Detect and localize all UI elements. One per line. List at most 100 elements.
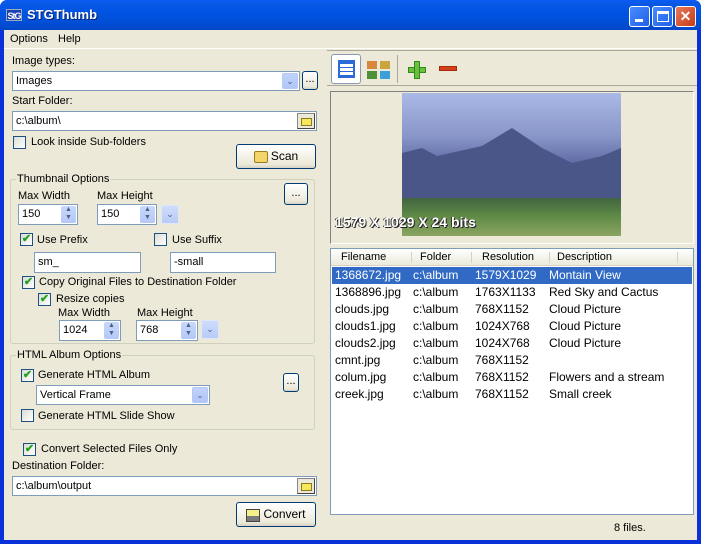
column-resolution[interactable]: Resolution bbox=[482, 251, 534, 263]
table-row[interactable]: 1368672.jpg c:\album 1579X1029 Montain View bbox=[332, 267, 692, 284]
copy-size-dropdown[interactable]: ⌄ bbox=[201, 320, 219, 339]
thumbnail-view-button[interactable] bbox=[363, 54, 393, 84]
options-panel: Image types: Images ⌄ ... Start Folder: … bbox=[4, 50, 322, 540]
image-types-label: Image types: bbox=[12, 55, 75, 67]
remove-button[interactable] bbox=[434, 54, 464, 84]
copy-originals-label: Copy Original Files to Destination Folde… bbox=[39, 276, 237, 288]
table-row[interactable]: clouds2.jpg c:\album 1024X768 Cloud Picture bbox=[332, 335, 692, 352]
cell-folder: c:\album bbox=[413, 387, 459, 401]
spinner-arrows-icon[interactable]: ▲ ▼ bbox=[104, 322, 119, 339]
copy-originals-checkbox[interactable]: ✔ bbox=[22, 276, 35, 289]
thumbnail-size-dropdown[interactable]: ⌄ bbox=[161, 205, 179, 224]
cell-filename: creek.jpg bbox=[335, 387, 384, 401]
slideshow-checkbox[interactable] bbox=[21, 409, 34, 422]
copy-max-width-spinner[interactable]: 1024 ▲ ▼ bbox=[59, 320, 121, 341]
html-album-options-title: HTML Album Options bbox=[16, 349, 123, 361]
album-layout-select[interactable]: Vertical Frame ⌄ bbox=[36, 385, 210, 405]
resize-copies-checkbox[interactable]: ✔ bbox=[38, 293, 51, 306]
suffix-input[interactable]: -small bbox=[170, 252, 276, 273]
folder-icon bbox=[301, 118, 312, 126]
cell-folder: c:\album bbox=[413, 302, 459, 316]
convert-selected-label: Convert Selected Files Only bbox=[41, 443, 178, 455]
column-separator bbox=[677, 252, 678, 263]
browse-start-folder-button[interactable] bbox=[297, 113, 315, 129]
max-width-spinner[interactable]: 150 ▲ ▼ bbox=[18, 204, 78, 225]
max-height-label: Max Height bbox=[97, 190, 153, 202]
scan-icon bbox=[253, 151, 268, 164]
menu-options[interactable]: Options bbox=[10, 33, 48, 45]
cell-description: Cloud Picture bbox=[549, 336, 622, 350]
toolbar-separator bbox=[397, 55, 398, 83]
column-filename[interactable]: Filename bbox=[341, 251, 386, 263]
cell-resolution: 768X1152 bbox=[475, 370, 529, 384]
column-separator bbox=[549, 252, 550, 263]
preview-caption: 1579 X 1029 X 24 bits bbox=[335, 214, 476, 230]
generate-album-checkbox[interactable]: ✔ bbox=[21, 369, 34, 382]
chevron-down-icon[interactable]: ⌄ bbox=[192, 387, 208, 403]
table-row[interactable]: cmnt.jpg c:\album 768X1152 bbox=[332, 352, 692, 369]
table-row[interactable]: colum.jpg c:\album 768X1152 Flowers and a s… bbox=[332, 369, 692, 386]
cell-filename: 1368896.jpg bbox=[335, 285, 402, 299]
column-separator bbox=[411, 252, 412, 263]
app-window: StG STGThumb ✕ Options Help Image types:… bbox=[0, 0, 701, 544]
minus-icon bbox=[439, 66, 457, 71]
list-header: Filename Folder Resolution Description bbox=[331, 249, 693, 266]
cell-folder: c:\album bbox=[413, 353, 459, 367]
table-row[interactable]: clouds.jpg c:\album 768X1152 Cloud Picture bbox=[332, 301, 692, 318]
destination-folder-label: Destination Folder: bbox=[12, 460, 105, 472]
cell-description: Montain View bbox=[549, 268, 621, 282]
thumbnail-more-button[interactable]: ... bbox=[284, 183, 308, 205]
toolbar bbox=[327, 50, 697, 86]
spinner-arrows-icon[interactable]: ▲ ▼ bbox=[181, 322, 196, 339]
image-types-more-button[interactable]: ... bbox=[302, 71, 318, 90]
menu-help[interactable]: Help bbox=[58, 33, 81, 45]
cell-filename: cmnt.jpg bbox=[335, 353, 381, 367]
file-count-status: 8 files. bbox=[614, 522, 646, 534]
maximize-button[interactable] bbox=[652, 6, 673, 27]
cell-filename: colum.jpg bbox=[335, 370, 387, 384]
spinner-arrows-icon[interactable]: ▲ ▼ bbox=[140, 206, 155, 223]
cell-filename: clouds2.jpg bbox=[335, 336, 396, 350]
add-button[interactable] bbox=[402, 54, 432, 84]
use-suffix-checkbox[interactable] bbox=[154, 233, 167, 246]
cell-folder: c:\album bbox=[413, 285, 459, 299]
cell-description: Small creek bbox=[549, 387, 612, 401]
table-row[interactable]: 1368896.jpg c:\album 1763X1133 Red Sky and … bbox=[332, 284, 692, 301]
minimize-button[interactable] bbox=[629, 6, 650, 27]
table-row[interactable]: clouds1.jpg c:\album 1024X768 Cloud Picture bbox=[332, 318, 692, 335]
cell-folder: c:\album bbox=[413, 336, 459, 350]
column-description[interactable]: Description bbox=[557, 251, 612, 263]
table-row[interactable]: creek.jpg c:\album 768X1152 Small creek bbox=[332, 386, 692, 403]
details-view-button[interactable] bbox=[331, 54, 361, 84]
use-prefix-checkbox[interactable]: ✔ bbox=[20, 233, 33, 246]
cell-description: Cloud Picture bbox=[549, 302, 622, 316]
convert-button[interactable]: Convert bbox=[236, 502, 316, 527]
cell-folder: c:\album bbox=[413, 370, 459, 384]
destination-folder-input[interactable]: c:\album\output bbox=[12, 476, 317, 496]
convert-selected-checkbox[interactable]: ✔ bbox=[23, 443, 36, 456]
browse-destination-folder-button[interactable] bbox=[297, 478, 315, 494]
cell-resolution: 768X1152 bbox=[475, 353, 529, 367]
title-bar[interactable]: StG STGThumb ✕ bbox=[0, 0, 701, 30]
max-height-spinner[interactable]: 150 ▲ ▼ bbox=[97, 204, 157, 225]
use-prefix-label: Use Prefix bbox=[37, 234, 88, 246]
image-preview: 1579 X 1029 X 24 bits bbox=[330, 91, 694, 244]
image-types-select[interactable]: Images ⌄ bbox=[12, 71, 300, 91]
cell-resolution: 1024X768 bbox=[475, 319, 530, 333]
html-album-more-button[interactable]: ... bbox=[283, 373, 299, 392]
scan-button[interactable]: Scan bbox=[236, 144, 316, 169]
subfolders-checkbox[interactable] bbox=[13, 136, 26, 149]
prefix-input[interactable]: sm_ bbox=[34, 252, 141, 273]
close-icon: ✕ bbox=[679, 8, 692, 24]
cell-description: Cloud Picture bbox=[549, 319, 622, 333]
copy-max-height-spinner[interactable]: 768 ▲ ▼ bbox=[136, 320, 198, 341]
cell-description: Flowers and a stream bbox=[549, 370, 665, 384]
chevron-down-icon[interactable]: ⌄ bbox=[282, 73, 298, 89]
close-button[interactable]: ✕ bbox=[675, 6, 696, 27]
file-list[interactable]: Filename Folder Resolution Description 1… bbox=[330, 248, 694, 515]
start-folder-input[interactable]: c:\album\ bbox=[12, 111, 317, 131]
column-folder[interactable]: Folder bbox=[420, 251, 451, 263]
spinner-arrows-icon[interactable]: ▲ ▼ bbox=[61, 206, 76, 223]
cell-filename: clouds.jpg bbox=[335, 302, 390, 316]
client-area: Options Help Image types: Images ⌄ ... S… bbox=[4, 30, 697, 540]
